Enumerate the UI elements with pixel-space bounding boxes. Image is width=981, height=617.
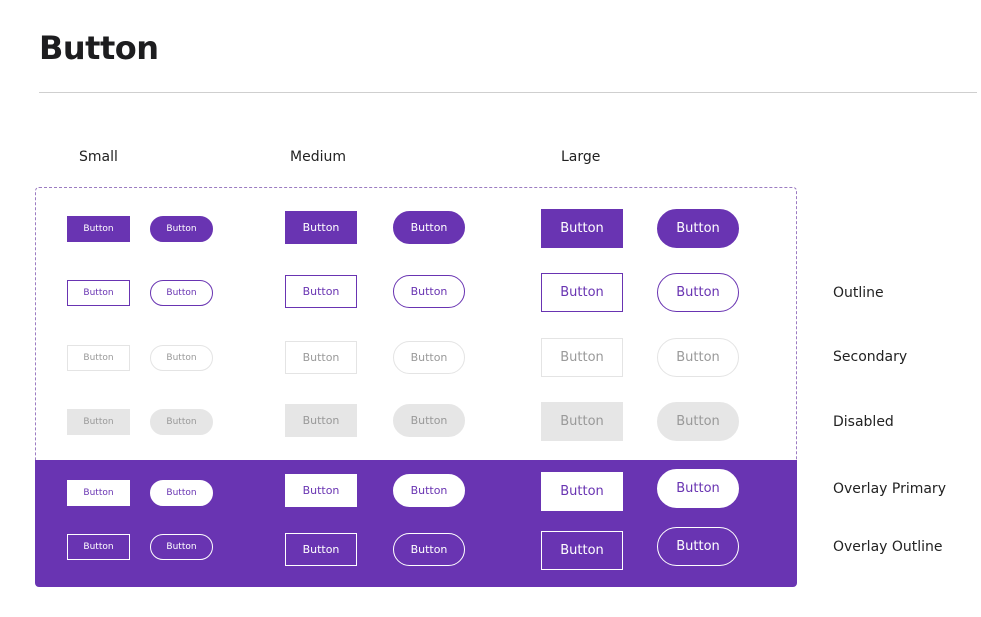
overlay-outline-medium-square-button[interactable]: Button: [285, 533, 357, 566]
primary-small-pill-button[interactable]: Button: [150, 216, 213, 242]
overlay-outline-medium-pill-button[interactable]: Button: [393, 533, 465, 566]
outline-small-pill-button[interactable]: Button: [150, 280, 213, 306]
overlay-primary-large-square-button[interactable]: Button: [541, 472, 623, 511]
row-label-secondary: Secondary: [833, 349, 908, 365]
primary-medium-square-button[interactable]: Button: [285, 211, 357, 244]
column-header-small: Small: [79, 149, 118, 165]
outline-large-pill-button[interactable]: Button: [657, 273, 739, 312]
secondary-large-pill-button[interactable]: Button: [657, 338, 739, 377]
row-label-disabled: Disabled: [833, 414, 894, 430]
primary-medium-pill-button[interactable]: Button: [393, 211, 465, 244]
row-label-overlay-primary: Overlay Primary: [833, 481, 946, 497]
disabled-small-square-button: Button: [67, 409, 130, 435]
secondary-medium-pill-button[interactable]: Button: [393, 341, 465, 374]
page-title: Button: [39, 29, 159, 67]
row-label-overlay-outline: Overlay Outline: [833, 539, 943, 555]
title-divider: [39, 92, 977, 93]
overlay-outline-large-pill-button[interactable]: Button: [657, 527, 739, 566]
primary-small-square-button[interactable]: Button: [67, 216, 130, 242]
overlay-primary-large-pill-button[interactable]: Button: [657, 469, 739, 508]
overlay-outline-small-square-button[interactable]: Button: [67, 534, 130, 560]
disabled-medium-square-button: Button: [285, 404, 357, 437]
overlay-primary-medium-square-button[interactable]: Button: [285, 474, 357, 507]
disabled-small-pill-button: Button: [150, 409, 213, 435]
outline-small-square-button[interactable]: Button: [67, 280, 130, 306]
row-label-outline: Outline: [833, 285, 884, 301]
outline-large-square-button[interactable]: Button: [541, 273, 623, 312]
overlay-outline-large-square-button[interactable]: Button: [541, 531, 623, 570]
outline-medium-square-button[interactable]: Button: [285, 275, 357, 308]
secondary-small-pill-button[interactable]: Button: [150, 345, 213, 371]
secondary-large-square-button[interactable]: Button: [541, 338, 623, 377]
disabled-medium-pill-button: Button: [393, 404, 465, 437]
overlay-primary-small-square-button[interactable]: Button: [67, 480, 130, 506]
primary-large-pill-button[interactable]: Button: [657, 209, 739, 248]
outline-medium-pill-button[interactable]: Button: [393, 275, 465, 308]
disabled-large-square-button: Button: [541, 402, 623, 441]
disabled-large-pill-button: Button: [657, 402, 739, 441]
overlay-outline-small-pill-button[interactable]: Button: [150, 534, 213, 560]
overlay-primary-medium-pill-button[interactable]: Button: [393, 474, 465, 507]
secondary-medium-square-button[interactable]: Button: [285, 341, 357, 374]
column-header-large: Large: [561, 149, 601, 165]
column-header-medium: Medium: [290, 149, 346, 165]
overlay-primary-small-pill-button[interactable]: Button: [150, 480, 213, 506]
secondary-small-square-button[interactable]: Button: [67, 345, 130, 371]
primary-large-square-button[interactable]: Button: [541, 209, 623, 248]
